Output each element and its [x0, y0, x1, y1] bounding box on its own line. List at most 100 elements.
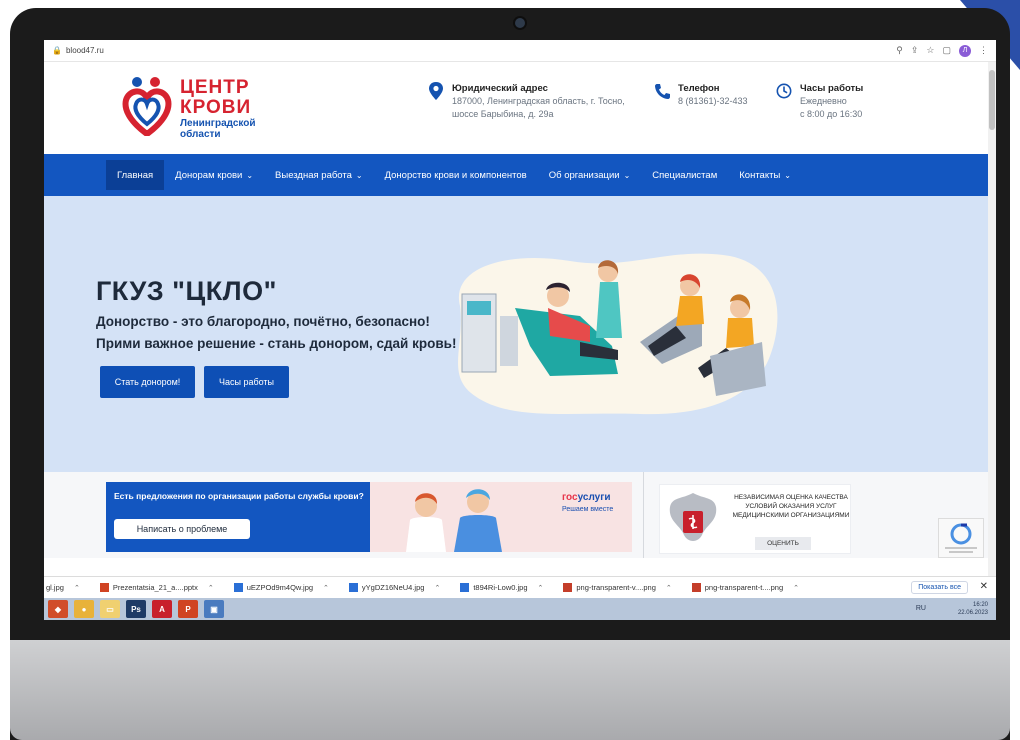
- browser-screen: 🔒 blood47.ru ⚲ ⇪ ☆ ▢ Л ⋮ ЦЕНТР КРОВИ Лен…: [44, 40, 996, 620]
- address-line1: 187000, Ленинградская область, г. Тосно,: [452, 96, 625, 106]
- image-file-icon: [460, 583, 470, 592]
- download-item[interactable]: uEZPOd9m4Qw.jpg ⌃: [224, 583, 339, 592]
- close-icon[interactable]: ✕: [980, 581, 988, 592]
- gosuslugi-logo-b: услуги: [577, 492, 611, 503]
- hero-section: ГКУЗ "ЦКЛО" Донорство - это благородно, …: [44, 196, 996, 472]
- nav-item-home[interactable]: Главная: [106, 160, 165, 190]
- clock-icon: [776, 83, 792, 99]
- sidebar-icon[interactable]: ▢: [942, 45, 951, 56]
- share-icon[interactable]: ⇪: [911, 45, 919, 56]
- tray-clock[interactable]: 16:20 22.06.2023: [958, 601, 988, 617]
- download-item[interactable]: png-transparent-t....png ⌃: [682, 583, 809, 592]
- page-scrollbar[interactable]: [988, 62, 996, 576]
- photo-stage: 🔒 blood47.ru ⚲ ⇪ ☆ ▢ Л ⋮ ЦЕНТР КРОВИ Лен…: [0, 0, 1020, 740]
- chevron-down-icon: ⌄: [355, 170, 363, 180]
- picture-viewer-icon[interactable]: ▣: [204, 600, 224, 618]
- show-all-button[interactable]: Показать все: [911, 581, 968, 594]
- gosuslugi-subtitle: Решаем вместе: [562, 506, 614, 513]
- nav-item-contacts[interactable]: Контакты ⌄: [728, 160, 802, 190]
- download-name: png-transparent-t....png: [704, 583, 784, 592]
- chevron-up-icon[interactable]: ⌃: [666, 584, 672, 592]
- site-logo[interactable]: ЦЕНТР КРОВИ Ленинградской области: [122, 76, 292, 146]
- star-icon[interactable]: ☆: [926, 45, 934, 56]
- lock-icon: 🔒: [52, 46, 62, 55]
- working-hours-button[interactable]: Часы работы: [204, 366, 289, 398]
- url-field[interactable]: blood47.ru: [66, 46, 896, 55]
- chrome-icon[interactable]: ●: [74, 600, 94, 618]
- tray-date: 22.06.2023: [957, 610, 988, 616]
- folder-icon[interactable]: ▭: [100, 600, 120, 618]
- proposal-text: Есть предложения по организации работы с…: [114, 491, 364, 501]
- browser-address-bar: 🔒 blood47.ru ⚲ ⇪ ☆ ▢ Л ⋮: [44, 40, 996, 62]
- pptx-file-icon: [99, 583, 109, 592]
- download-item[interactable]: Prezentatsia_21_a....pptx ⌃: [90, 583, 224, 592]
- proposal-banner[interactable]: Есть предложения по организации работы с…: [106, 482, 632, 552]
- chevron-up-icon[interactable]: ⌃: [434, 584, 440, 592]
- image-file-icon: [348, 583, 358, 592]
- browser-toolbar-icons: ⚲ ⇪ ☆ ▢ Л ⋮: [896, 44, 988, 57]
- site-header: ЦЕНТР КРОВИ Ленинградской области Юридич…: [44, 62, 996, 154]
- rate-button[interactable]: ОЦЕНИТЬ: [755, 537, 811, 550]
- chevron-up-icon[interactable]: ⌃: [74, 584, 80, 592]
- chevron-down-icon: ⌄: [246, 170, 254, 180]
- nav-label: Об организации: [548, 169, 620, 181]
- gosuslugi-logo-a: гос: [562, 492, 578, 503]
- chevron-up-icon[interactable]: ⌃: [538, 584, 544, 592]
- pdf-icon[interactable]: A: [152, 600, 172, 618]
- nav-label: Специалистам: [652, 169, 718, 181]
- download-name: yYgDZ16NeU4.jpg: [361, 583, 425, 592]
- logo-subtitle-line1: Ленинградской: [180, 118, 256, 129]
- chevron-down-icon: ⌄: [784, 170, 791, 180]
- hero-text-line2: Прими важное решение - стань донором, сд…: [96, 336, 457, 351]
- write-problem-button[interactable]: Написать о проблеме: [114, 519, 250, 539]
- tray-language[interactable]: RU: [916, 605, 926, 612]
- zoom-icon[interactable]: ⚲: [896, 45, 903, 56]
- phone-title: Телефон: [678, 83, 720, 94]
- quality-text: НЕЗАВИСИМАЯ ОЦЕНКА КАЧЕСТВА УСЛОВИЙ ОКАЗ…: [732, 494, 850, 519]
- powerpoint-icon[interactable]: P: [178, 600, 198, 618]
- quality-assessment-banner[interactable]: НЕЗАВИСИМАЯ ОЦЕНКА КАЧЕСТВА УСЛОВИЙ ОКАЗ…: [659, 484, 851, 554]
- nav-item-donors[interactable]: Донорам крови ⌄: [164, 160, 264, 190]
- nav-item-specialists[interactable]: Специалистам: [641, 160, 728, 190]
- chevron-up-icon[interactable]: ⌃: [208, 584, 214, 592]
- start-button[interactable]: ◆: [48, 600, 68, 618]
- photoshop-icon[interactable]: Ps: [126, 600, 146, 618]
- downloads-bar: gl.jpg ⌃ Prezentatsia_21_a....pptx ⌃ uEZPO…: [44, 576, 996, 598]
- menu-dots-icon[interactable]: ⋮: [979, 45, 988, 56]
- png-file-icon: [563, 583, 573, 592]
- address-title: Юридический адрес: [452, 83, 548, 94]
- download-item[interactable]: png-transparent-v....png ⌃: [553, 583, 681, 592]
- nav-label: Донорам крови: [175, 169, 243, 181]
- chevron-up-icon[interactable]: ⌃: [323, 584, 329, 592]
- download-item[interactable]: t894Ri-Low0.jpg ⌃: [450, 583, 553, 592]
- download-name: gl.jpg: [46, 583, 64, 592]
- hours-title: Часы работы: [800, 83, 864, 94]
- download-name: Prezentatsia_21_a....pptx: [112, 583, 198, 592]
- download-name: png-transparent-v....png: [576, 583, 656, 592]
- phone-value[interactable]: 8 (81361)-32-433: [678, 95, 748, 108]
- nav-label: Выездная работа: [275, 169, 352, 181]
- download-item[interactable]: yYgDZ16NeU4.jpg ⌃: [339, 583, 450, 592]
- nav-label: Контакты: [739, 169, 781, 181]
- chevron-down-icon: ⌄: [623, 170, 631, 180]
- doctors-illustration: [406, 489, 502, 552]
- chevron-up-icon[interactable]: ⌃: [793, 584, 799, 592]
- tray-time: 16:20: [972, 602, 988, 608]
- profile-avatar[interactable]: Л: [959, 44, 971, 57]
- nav-item-about[interactable]: Об организации ⌄: [538, 160, 642, 190]
- nav-label: Донорство крови и компонентов: [384, 169, 527, 181]
- main-navigation: Главная Донорам крови ⌄ Выездная работа ⌄ …: [44, 154, 996, 196]
- donation-illustration: [458, 253, 778, 415]
- recaptcha-badge[interactable]: [938, 518, 984, 558]
- blood-center-logo-icon: [122, 77, 172, 136]
- download-name: t894Ri-Low0.jpg: [473, 583, 528, 592]
- scrollbar-thumb[interactable]: [989, 70, 995, 130]
- nav-item-donation[interactable]: Донорство крови и компонентов: [374, 160, 538, 190]
- header-phone: Телефон 8 (81361)-32-433: [654, 82, 748, 108]
- address-line2: шоссе Барыбина, д. 29а: [452, 109, 554, 119]
- become-donor-button[interactable]: Стать донором!: [100, 366, 195, 398]
- nav-item-field-work[interactable]: Выездная работа ⌄: [264, 160, 374, 190]
- divider: [643, 472, 644, 558]
- download-item[interactable]: gl.jpg ⌃: [44, 583, 90, 592]
- png-file-icon: [691, 583, 701, 592]
